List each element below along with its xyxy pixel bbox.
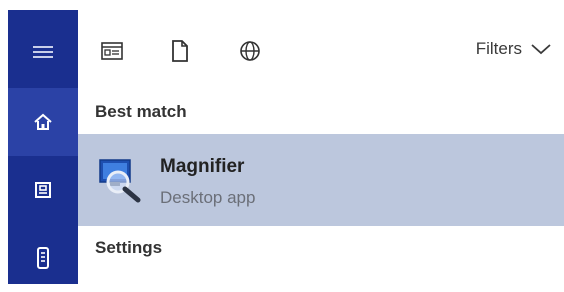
magnifier-app-icon xyxy=(99,159,141,203)
hamburger-menu-button[interactable] xyxy=(8,18,78,86)
hamburger-menu-icon xyxy=(33,46,53,58)
search-toolbar: Filters xyxy=(78,10,564,92)
web-filter-button[interactable] xyxy=(236,38,264,64)
device-icon xyxy=(37,247,49,269)
result-title: Magnifier xyxy=(160,156,245,177)
document-icon xyxy=(172,40,188,62)
documents-filter-button[interactable] xyxy=(166,38,194,64)
rail-item-device[interactable] xyxy=(8,224,78,292)
apps-filter-button[interactable] xyxy=(98,38,126,64)
filters-dropdown[interactable]: Filters xyxy=(476,39,552,59)
settings-header: Settings xyxy=(95,238,163,257)
left-nav-rail xyxy=(8,10,78,284)
filters-label: Filters xyxy=(475,39,522,58)
best-match-header: Best match xyxy=(95,102,187,121)
best-match-result[interactable]: Magnifier Desktop app xyxy=(78,134,564,226)
rail-item-documents[interactable] xyxy=(8,156,78,224)
documents-icon xyxy=(35,182,51,198)
rail-item-home[interactable] xyxy=(8,88,78,156)
apps-icon xyxy=(101,42,123,60)
chevron-down-icon xyxy=(531,44,551,55)
web-globe-icon xyxy=(240,41,260,61)
home-icon xyxy=(34,113,52,130)
search-results-panel: Best match Magnifier Desktop app Setting… xyxy=(78,92,564,284)
result-subtitle: Desktop app xyxy=(160,188,256,207)
